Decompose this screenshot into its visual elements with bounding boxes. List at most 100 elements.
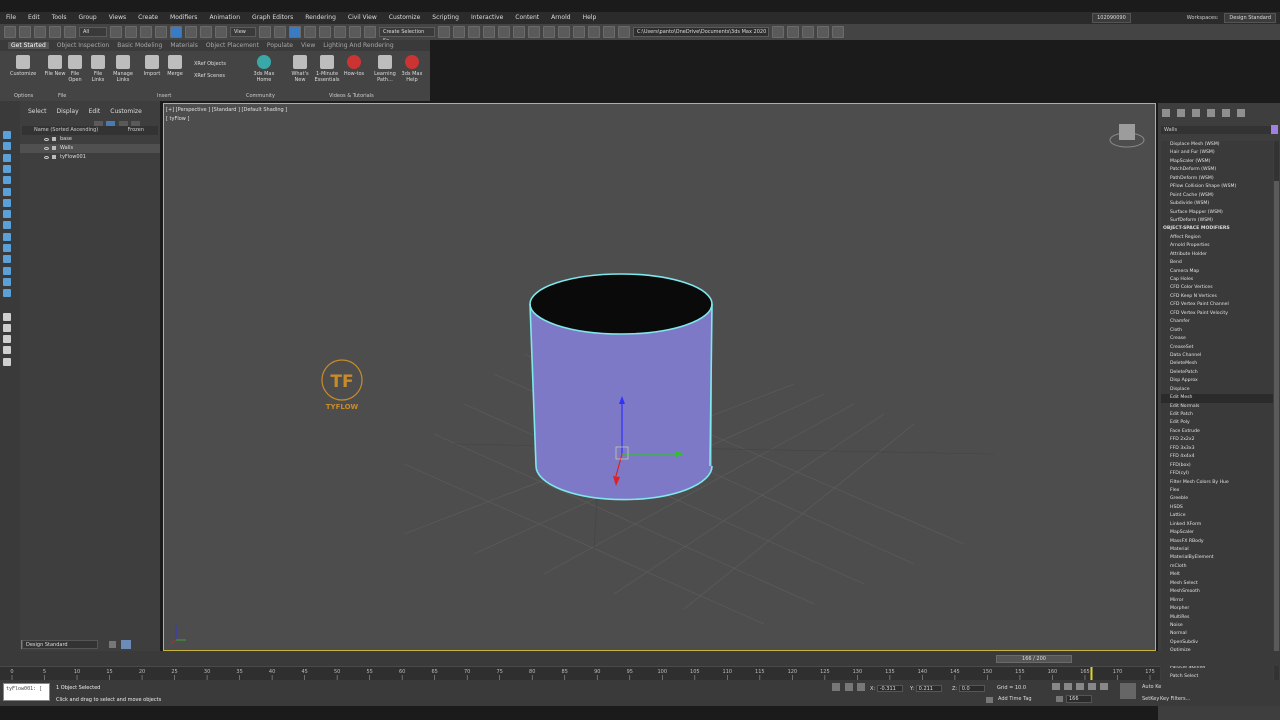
file-new-button[interactable]: File New: [44, 55, 66, 77]
snaps-toggle-icon[interactable]: [304, 26, 316, 38]
ribbon-tab-object-placement[interactable]: Object Placement: [206, 42, 259, 49]
pivot-center-icon[interactable]: [259, 26, 271, 38]
modifier-item[interactable]: Surface Mapper (WSM): [1161, 209, 1273, 217]
modifier-item[interactable]: Material: [1161, 546, 1273, 554]
undo-icon[interactable]: [4, 26, 16, 38]
render-a360-icon[interactable]: [603, 26, 615, 38]
customize-button[interactable]: Customize: [10, 55, 36, 77]
shapes-filter-icon[interactable]: [3, 176, 11, 185]
rect-selection-icon[interactable]: [140, 26, 152, 38]
absolute-mode-icon[interactable]: [857, 683, 865, 691]
user-account-dropdown[interactable]: 102090090: [1092, 13, 1131, 23]
help-button[interactable]: 3ds Max Help: [399, 55, 425, 83]
bones-filter-icon[interactable]: [3, 255, 11, 264]
menu-tools[interactable]: Tools: [46, 12, 73, 21]
modifier-item[interactable]: HSDS: [1161, 504, 1273, 512]
current-frame-marker[interactable]: [1090, 667, 1093, 681]
visibility-eye-icon[interactable]: [44, 156, 49, 159]
modifier-item[interactable]: FFD 4x4x4: [1161, 453, 1273, 461]
modifier-item[interactable]: Displace: [1161, 386, 1273, 394]
motion-tab-icon[interactable]: [1207, 109, 1215, 117]
menu-create[interactable]: Create: [132, 12, 164, 21]
ribbon-tab-lighting-and-rendering[interactable]: Lighting And Rendering: [323, 42, 393, 49]
modifier-list-dropdown[interactable]: Displace Mesh (WSM) Hair and Fur (WSM) Map…: [1161, 141, 1273, 695]
scene-list-header[interactable]: Name (Sorted Ascending) Frozen: [22, 126, 158, 135]
current-frame-field[interactable]: 166: [1066, 695, 1092, 703]
xref-objects-button[interactable]: XRef Objects: [194, 61, 226, 67]
modifier-item[interactable]: PFlow Collision Shape (WSM): [1161, 183, 1273, 191]
track-bar[interactable]: 0 5 10 15 20 25 30 35 40 45 50 55 60 65 70 75 80 85 90 95 10…: [0, 666, 1160, 681]
angle-snap-icon[interactable]: [319, 26, 331, 38]
modifier-item[interactable]: Affect Region: [1161, 234, 1273, 242]
menu-graph-editors[interactable]: Graph Editors: [246, 12, 299, 21]
hierarchy-tab-icon[interactable]: [1192, 109, 1200, 117]
material-editor-icon[interactable]: [543, 26, 555, 38]
object-color-swatch[interactable]: [1271, 125, 1278, 134]
menu-group[interactable]: Group: [72, 12, 102, 21]
modifier-item[interactable]: FFD(cyl): [1161, 470, 1273, 478]
select-by-name-icon[interactable]: [125, 26, 137, 38]
modifier-item[interactable]: Greeble: [1161, 495, 1273, 503]
modifier-item[interactable]: Subdivide (WSM): [1161, 200, 1273, 208]
modifier-item[interactable]: CFD Vertex Paint Velocity: [1161, 310, 1273, 318]
modifier-item[interactable]: Edit Patch: [1161, 411, 1273, 419]
layer-list-icon[interactable]: [109, 641, 116, 648]
modifier-item[interactable]: Crease: [1161, 335, 1273, 343]
modifier-item[interactable]: FFD 2x2x2: [1161, 436, 1273, 444]
set-key-button[interactable]: SetKey: [1142, 696, 1159, 702]
menu-arnold[interactable]: Arnold: [545, 12, 576, 21]
link-icon[interactable]: [34, 26, 46, 38]
select-rotate-icon[interactable]: [185, 26, 197, 38]
modifier-item[interactable]: Data Channel: [1161, 352, 1273, 360]
time-config-icon[interactable]: [1056, 696, 1063, 702]
modifier-item[interactable]: Edit Mesh: [1161, 394, 1273, 403]
modifier-item[interactable]: Mirror: [1161, 597, 1273, 605]
auto-key-button[interactable]: Auto Ke: [1142, 684, 1161, 690]
menu-scripting[interactable]: Scripting: [426, 12, 465, 21]
y-input[interactable]: 0.211: [915, 685, 942, 692]
scene-explorer-icon[interactable]: [468, 26, 480, 38]
selection-lock-icon[interactable]: [845, 683, 853, 691]
menu-edit[interactable]: Edit: [22, 12, 46, 21]
helpers-filter-icon[interactable]: [3, 210, 11, 219]
modifier-item[interactable]: Point Cache (WSM): [1161, 192, 1273, 200]
redo-icon[interactable]: [19, 26, 31, 38]
align-icon[interactable]: [453, 26, 465, 38]
tab-display[interactable]: Display: [57, 108, 79, 118]
select-move-icon[interactable]: [170, 26, 182, 38]
unlink-icon[interactable]: [49, 26, 61, 38]
file-open-button[interactable]: File Open: [64, 55, 86, 83]
display-none-icon[interactable]: [3, 131, 11, 139]
modify-tab-icon[interactable]: [1177, 109, 1185, 117]
modifier-item[interactable]: Camera Map: [1161, 268, 1273, 276]
frozen-filter-icon[interactable]: [3, 277, 11, 286]
render-production-icon[interactable]: [588, 26, 600, 38]
isolate-icon[interactable]: [832, 683, 840, 691]
all-filter-icon[interactable]: [3, 312, 11, 321]
modifier-item[interactable]: Arnold Properties: [1161, 242, 1273, 250]
modifier-item[interactable]: FFD(box): [1161, 462, 1273, 470]
open-a360-gallery-icon[interactable]: [618, 26, 630, 38]
menu-civil-view[interactable]: Civil View: [342, 12, 383, 21]
containers-filter-icon[interactable]: [3, 266, 11, 275]
toggle-ribbon-icon[interactable]: [498, 26, 510, 38]
visibility-eye-icon[interactable]: [44, 138, 49, 141]
render-setup-icon[interactable]: [558, 26, 570, 38]
tab-customize[interactable]: Customize: [110, 108, 142, 118]
menu-modifiers[interactable]: Modifiers: [164, 12, 203, 21]
xrefs-filter-icon[interactable]: [3, 244, 11, 252]
menu-content[interactable]: Content: [509, 12, 545, 21]
time-tag-icon[interactable]: [986, 697, 993, 703]
scene-row[interactable]: tyFlow001: [20, 153, 160, 162]
selection-filter-dropdown[interactable]: All: [79, 27, 107, 37]
next-frame-icon[interactable]: [1088, 683, 1096, 690]
modifier-item[interactable]: PathDeform (WSM): [1161, 175, 1273, 183]
name-column-header[interactable]: Name (Sorted Ascending): [34, 127, 98, 133]
mirror-icon[interactable]: [438, 26, 450, 38]
frozen-column-header[interactable]: Frozen: [128, 126, 144, 135]
xref-scenes-button[interactable]: XRef Scenes: [194, 73, 225, 79]
display-tab-icon[interactable]: [1222, 109, 1230, 117]
modifier-item[interactable]: Mesh Select: [1161, 580, 1273, 588]
modifier-item[interactable]: Chamfer: [1161, 318, 1273, 326]
window-crossing-icon[interactable]: [155, 26, 167, 38]
